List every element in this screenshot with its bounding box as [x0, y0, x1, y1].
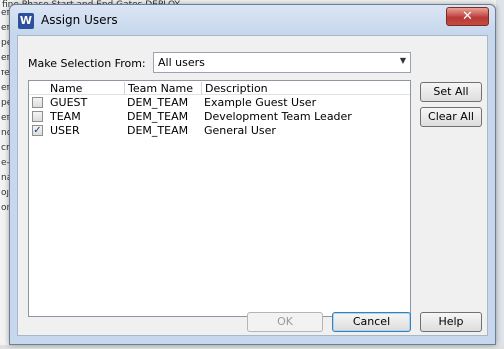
user-team: DEM_TEAM — [127, 110, 189, 123]
table-row[interactable]: GUEST DEM_TEAM Example Guest User — [29, 96, 410, 109]
clear-all-button[interactable]: Clear All — [420, 107, 482, 127]
column-header-description[interactable]: Description — [201, 82, 401, 95]
chevron-down-icon: ▼ — [399, 56, 406, 65]
selection-label: Make Selection From: — [28, 57, 146, 70]
background-scrollbar[interactable] — [0, 345, 504, 349]
user-team: DEM_TEAM — [127, 96, 189, 109]
help-button[interactable]: Help — [420, 312, 482, 332]
row-checkbox[interactable] — [32, 111, 43, 122]
table-row[interactable]: ✓ USER DEM_TEAM General User — [29, 124, 410, 137]
close-button[interactable]: ✕ — [446, 7, 489, 26]
app-logo-icon: W — [18, 13, 34, 29]
cancel-button[interactable]: Cancel — [332, 312, 411, 332]
user-description: Example Guest User — [204, 96, 317, 109]
row-checkbox[interactable]: ✓ — [32, 125, 43, 136]
user-description: General User — [204, 124, 276, 137]
user-name: USER — [50, 124, 80, 137]
selection-value: All users — [158, 56, 205, 69]
ok-button[interactable]: OK — [247, 312, 323, 332]
list-header: Name Team Name Description — [29, 81, 410, 95]
user-team: DEM_TEAM — [127, 124, 189, 137]
table-row[interactable]: TEAM DEM_TEAM Development Team Leader — [29, 110, 410, 123]
dialog-body: Make Selection From: All users ▼ Name Te… — [17, 35, 488, 336]
dialog-titlebar[interactable]: W Assign Users ✕ — [10, 5, 495, 35]
close-icon: ✕ — [462, 9, 473, 24]
set-all-button[interactable]: Set All — [420, 82, 482, 102]
column-header-name[interactable]: Name — [47, 82, 124, 95]
user-description: Development Team Leader — [204, 110, 352, 123]
user-name: GUEST — [50, 96, 88, 109]
row-checkbox[interactable] — [32, 97, 43, 108]
background-right-edge — [496, 0, 504, 349]
users-list[interactable]: Name Team Name Description GUEST DEM_TEA… — [28, 80, 411, 317]
selection-dropdown[interactable]: All users ▼ — [153, 52, 411, 73]
column-header-team[interactable]: Team Name — [124, 82, 201, 95]
dialog-title: Assign Users — [41, 13, 118, 27]
user-name: TEAM — [50, 110, 81, 123]
assign-users-dialog: W Assign Users ✕ Make Selection From: Al… — [9, 4, 496, 345]
